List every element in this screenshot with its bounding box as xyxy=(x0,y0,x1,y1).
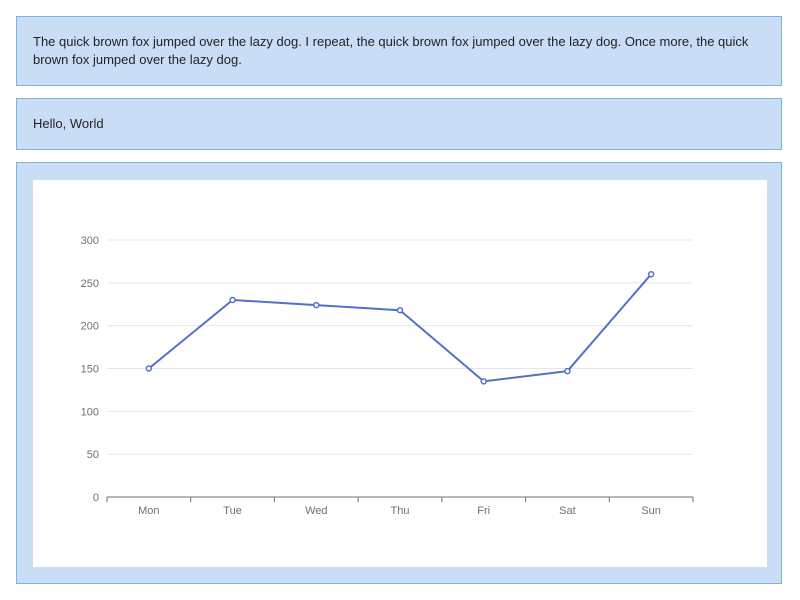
data-point[interactable] xyxy=(647,271,655,278)
x-tick-label: Tue xyxy=(223,505,242,517)
text-panel: The quick brown fox jumped over the lazy… xyxy=(16,16,782,86)
paragraph-text: The quick brown fox jumped over the lazy… xyxy=(33,34,749,67)
data-points xyxy=(145,271,655,385)
y-tick-label: 100 xyxy=(81,406,99,418)
data-point[interactable] xyxy=(313,301,320,309)
y-tick-label: 300 xyxy=(81,235,99,247)
data-point[interactable] xyxy=(229,296,236,304)
x-tick-label: Thu xyxy=(391,505,410,517)
chart-panel: 0 50 100 150 200 250 300 Mon Tue Wed Thu Fri Sat Sun xyxy=(16,162,782,584)
data-point[interactable] xyxy=(564,367,571,375)
grid-lines xyxy=(107,239,693,455)
x-axis-labels: Mon Tue Wed Thu Fri Sat Sun xyxy=(138,505,661,517)
y-axis-labels: 0 50 100 150 200 250 300 xyxy=(81,235,99,504)
y-tick-label: 50 xyxy=(87,449,99,461)
x-tick-label: Fri xyxy=(477,505,490,517)
y-tick-label: 150 xyxy=(81,364,99,376)
x-tick-label: Wed xyxy=(305,505,327,517)
x-tick-label: Sun xyxy=(641,505,661,517)
line-chart: 0 50 100 150 200 250 300 Mon Tue Wed Thu Fri Sat Sun xyxy=(81,235,694,517)
x-axis xyxy=(106,496,694,502)
y-tick-label: 250 xyxy=(81,278,99,290)
greeting-panel: Hello, World xyxy=(16,98,782,150)
series-line xyxy=(148,273,652,383)
x-tick-label: Mon xyxy=(138,505,159,517)
x-tick-label: Sat xyxy=(559,505,576,517)
chart-card: 0 50 100 150 200 250 300 Mon Tue Wed Thu Fri Sat Sun xyxy=(33,180,767,567)
series-line-group xyxy=(148,273,652,383)
y-tick-label: 200 xyxy=(81,321,99,333)
data-point[interactable] xyxy=(396,306,404,314)
greeting-text: Hello, World xyxy=(33,116,104,131)
data-point[interactable] xyxy=(145,365,153,372)
y-tick-label: 0 xyxy=(93,492,99,504)
data-point[interactable] xyxy=(480,378,487,385)
